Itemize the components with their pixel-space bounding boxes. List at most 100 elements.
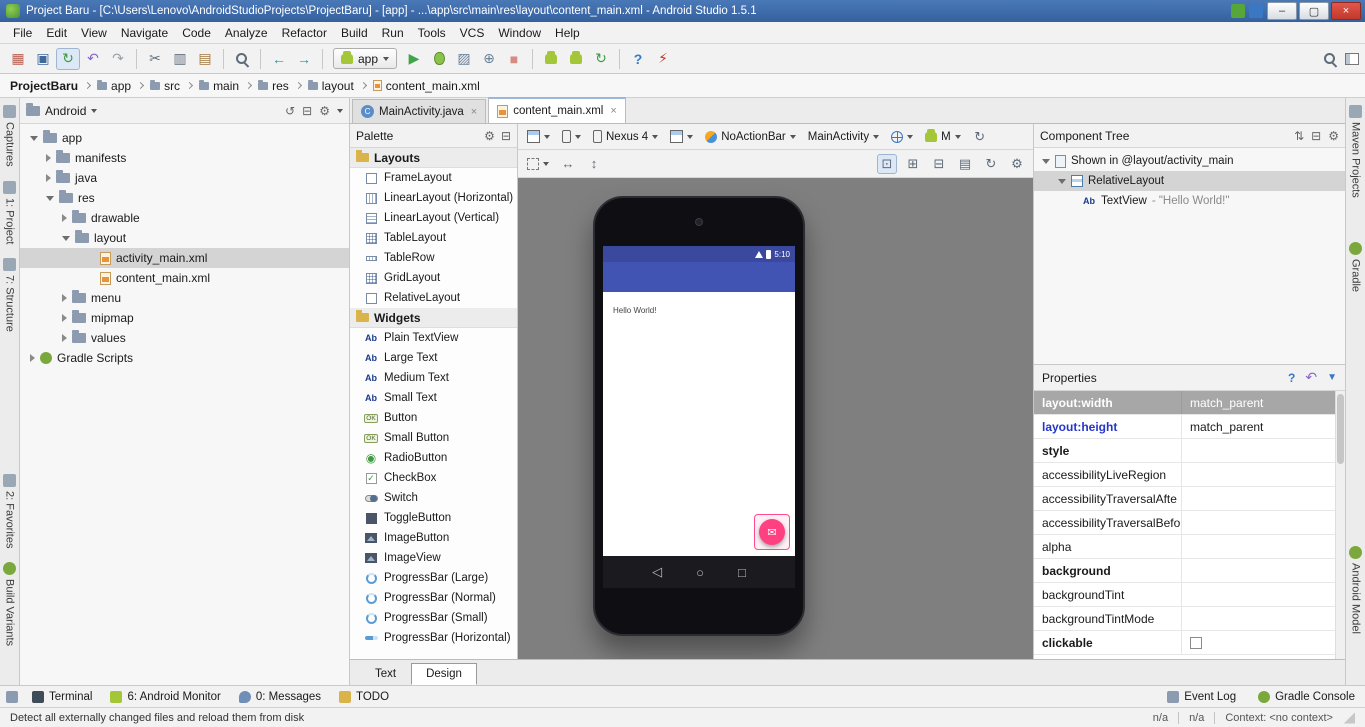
- collapsed-arrow-icon[interactable]: [62, 314, 67, 322]
- line-position-widget[interactable]: n/a: [1153, 712, 1168, 724]
- property-value[interactable]: match_parent: [1182, 415, 1345, 438]
- expanded-arrow-icon[interactable]: [46, 195, 54, 201]
- breadcrumb-main[interactable]: main: [199, 79, 239, 93]
- encoding-widget[interactable]: n/a: [1189, 712, 1204, 724]
- palette-item-checkbox[interactable]: ✓ CheckBox: [350, 468, 517, 488]
- menu-tools[interactable]: Tools: [411, 24, 453, 42]
- unplug-icon[interactable]: ⚡: [651, 48, 675, 70]
- tree-item-gradle-scripts[interactable]: Gradle Scripts: [20, 348, 349, 368]
- menu-view[interactable]: View: [74, 24, 114, 42]
- collapsed-arrow-icon[interactable]: [62, 214, 67, 222]
- tool-button-gradle-console[interactable]: Gradle Console: [1254, 690, 1359, 704]
- property-row-alpha[interactable]: alpha: [1034, 535, 1345, 559]
- palette-item-gridlayout[interactable]: GridLayout: [350, 268, 517, 288]
- collapse-all-icon[interactable]: ⊟: [1311, 129, 1321, 143]
- expanded-arrow-icon[interactable]: [62, 235, 70, 241]
- back-icon[interactable]: ←: [267, 48, 291, 70]
- property-row-accessibilitytraversalbefore[interactable]: accessibilityTraversalBefo: [1034, 511, 1345, 535]
- selection-mode-select[interactable]: [524, 156, 552, 172]
- preview-doc-icon[interactable]: ▤: [955, 154, 975, 174]
- palette-item-radiobutton[interactable]: ◉ RadioButton: [350, 448, 517, 468]
- property-row-style[interactable]: style: [1034, 439, 1345, 463]
- palette-item-imageview[interactable]: ImageView: [350, 548, 517, 568]
- cut-icon[interactable]: ✂: [143, 48, 167, 70]
- run-icon[interactable]: ▶: [402, 48, 426, 70]
- maximize-button[interactable]: ▢: [1299, 2, 1329, 20]
- scrollbar-thumb[interactable]: [1337, 394, 1344, 464]
- api-level-select[interactable]: M: [922, 128, 964, 145]
- redo-icon[interactable]: ↷: [106, 48, 130, 70]
- tool-button-event-log[interactable]: Event Log: [1163, 690, 1240, 704]
- find-icon[interactable]: [230, 48, 254, 70]
- help-icon[interactable]: ?: [1288, 371, 1295, 385]
- palette-item-plain-textview[interactable]: Ab Plain TextView: [350, 328, 517, 348]
- activity-select[interactable]: MainActivity: [805, 129, 882, 145]
- menu-edit[interactable]: Edit: [39, 24, 74, 42]
- sdk-manager-icon[interactable]: [564, 48, 588, 70]
- breadcrumb-res[interactable]: res: [258, 79, 289, 93]
- palette-item-progressbar-small[interactable]: ProgressBar (Small): [350, 608, 517, 628]
- gear-icon[interactable]: ⚙: [1007, 154, 1027, 174]
- property-value[interactable]: match_parent: [1182, 391, 1345, 414]
- palette-item-progressbar-normal[interactable]: ProgressBar (Normal): [350, 588, 517, 608]
- palette-item-large-text[interactable]: Ab Large Text: [350, 348, 517, 368]
- tree-item-drawable[interactable]: drawable: [20, 208, 349, 228]
- open-icon[interactable]: ▦: [6, 48, 30, 70]
- expanded-arrow-icon[interactable]: [30, 135, 38, 141]
- collapsed-arrow-icon[interactable]: [62, 294, 67, 302]
- menu-code[interactable]: Code: [175, 24, 218, 42]
- palette-item-relativelayout[interactable]: RelativeLayout: [350, 288, 517, 308]
- palette-item-progressbar-large[interactable]: ProgressBar (Large): [350, 568, 517, 588]
- property-row-layout-height[interactable]: layout:height match_parent: [1034, 415, 1345, 439]
- tool-windows-icon[interactable]: [1345, 52, 1359, 65]
- property-value[interactable]: [1182, 559, 1345, 582]
- coverage-icon[interactable]: ▨: [452, 48, 476, 70]
- close-button[interactable]: ×: [1331, 2, 1361, 20]
- tab-design-mode[interactable]: Design: [411, 663, 477, 685]
- menu-navigate[interactable]: Navigate: [114, 24, 175, 42]
- tool-button-favorites[interactable]: 2: Favorites: [3, 467, 16, 555]
- gear-icon[interactable]: ⚙: [1328, 129, 1339, 143]
- menu-help[interactable]: Help: [548, 24, 587, 42]
- property-value[interactable]: [1182, 487, 1345, 510]
- menu-build[interactable]: Build: [334, 24, 375, 42]
- refresh-icon[interactable]: ↺: [285, 104, 295, 118]
- phone-app-bar[interactable]: [603, 262, 795, 292]
- tool-button-maven-projects[interactable]: Maven Projects: [1349, 98, 1362, 205]
- palette-item-togglebutton[interactable]: ToggleButton: [350, 508, 517, 528]
- palette-item-small-button[interactable]: OK Small Button: [350, 428, 517, 448]
- run-configuration-select[interactable]: app: [333, 48, 398, 69]
- collapse-all-icon[interactable]: ⊟: [302, 104, 312, 118]
- paste-icon[interactable]: ▤: [193, 48, 217, 70]
- collapsed-arrow-icon[interactable]: [62, 334, 67, 342]
- theme-select[interactable]: NoActionBar: [702, 129, 799, 145]
- project-view-select[interactable]: Android: [45, 104, 86, 118]
- palette-item-linearlayout-horizontal[interactable]: LinearLayout (Horizontal): [350, 188, 517, 208]
- collapsed-arrow-icon[interactable]: [30, 354, 35, 362]
- debug-icon[interactable]: [427, 48, 451, 70]
- breadcrumb-app[interactable]: app: [97, 79, 131, 93]
- tree-item-manifests[interactable]: manifests: [20, 148, 349, 168]
- tree-item-java[interactable]: java: [20, 168, 349, 188]
- property-value[interactable]: [1182, 583, 1345, 606]
- property-row-backgroundtint[interactable]: backgroundTint: [1034, 583, 1345, 607]
- fab-selection-box[interactable]: ✉: [754, 514, 790, 550]
- orientation-select[interactable]: [559, 128, 584, 145]
- refresh-icon[interactable]: ↻: [981, 154, 1001, 174]
- properties-scrollbar[interactable]: [1335, 391, 1345, 659]
- minimize-button[interactable]: –: [1267, 2, 1297, 20]
- tree-item-layout[interactable]: layout: [20, 228, 349, 248]
- palette-item-medium-text[interactable]: Ab Medium Text: [350, 368, 517, 388]
- property-value[interactable]: [1182, 535, 1345, 558]
- menu-window[interactable]: Window: [491, 24, 548, 42]
- tool-button-build-variants[interactable]: Build Variants: [3, 555, 16, 653]
- tree-item-menu[interactable]: menu: [20, 288, 349, 308]
- property-row-accessibilityliveregion[interactable]: accessibilityLiveRegion: [1034, 463, 1345, 487]
- profiler-icon[interactable]: ⊕: [477, 48, 501, 70]
- tree-item-mipmap[interactable]: mipmap: [20, 308, 349, 328]
- palette-group-layouts[interactable]: Layouts: [350, 148, 517, 168]
- phone-content[interactable]: Hello World! ✉: [603, 292, 795, 556]
- device-select[interactable]: Nexus 4: [590, 128, 661, 145]
- search-everywhere-icon[interactable]: [1321, 50, 1339, 68]
- palette-item-tablerow[interactable]: TableRow: [350, 248, 517, 268]
